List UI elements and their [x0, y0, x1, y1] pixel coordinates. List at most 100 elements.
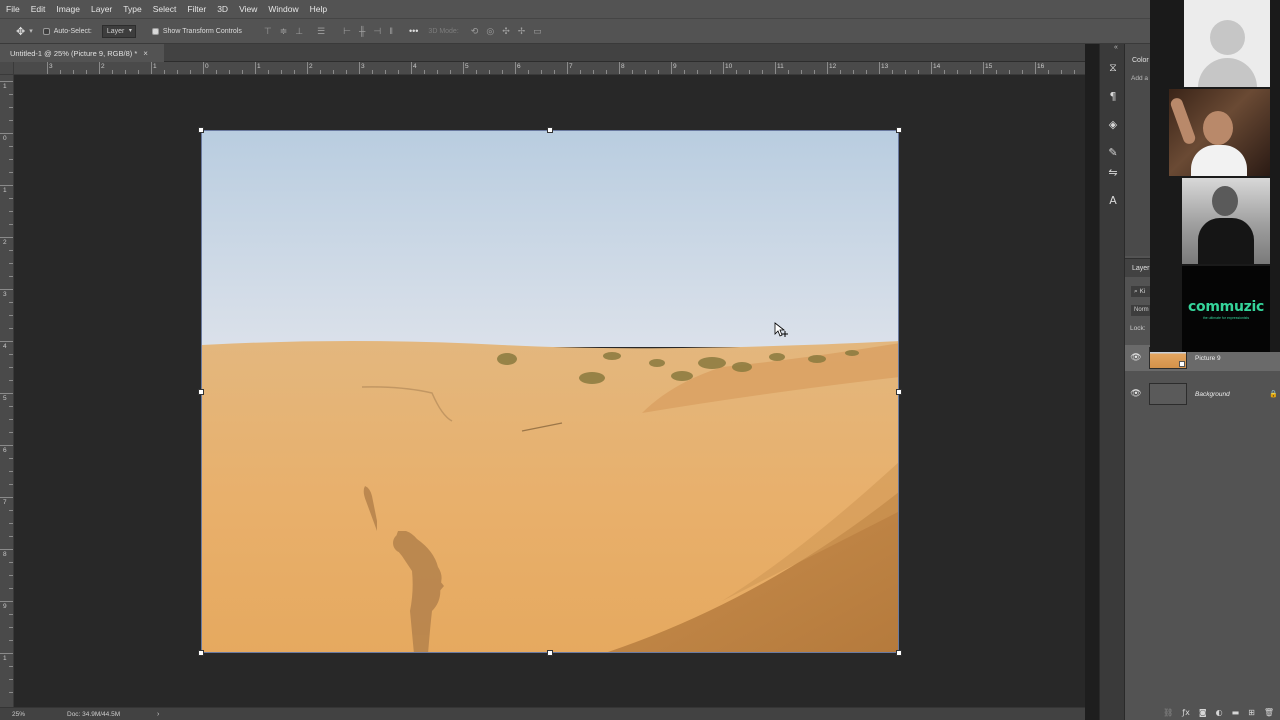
options-bar: ✥ ▾ Auto-Select: Layer Show Transform Co… — [0, 18, 1150, 44]
participant-logo-tile[interactable]: commuzic the ultimate for expressionists — [1182, 266, 1270, 352]
ruler-minor-tick — [9, 211, 13, 212]
tool-preset-chevron-icon[interactable]: ▾ — [29, 27, 33, 35]
menu-view[interactable]: View — [239, 4, 257, 14]
mask-icon[interactable]: ◙ — [1199, 708, 1207, 717]
align-hcenter-icon[interactable]: ╫ — [359, 26, 365, 37]
layer-row-background[interactable]: 👁 Background 🔒 — [1125, 381, 1280, 407]
3d-mode-buttons: ⟲ ◎ ✣ ✢ ▭ — [471, 26, 542, 37]
horizontal-ruler[interactable]: 3 2 1 0 1 2 3 4 5 6 7 8 9 10 11 12 13 14 15 16 — [14, 62, 1085, 75]
new-layer-icon[interactable]: ⊞ — [1248, 708, 1255, 717]
vertical-ruler[interactable]: 1 0 1 2 3 4 5 6 7 8 9 1 — [0, 75, 14, 707]
ruler-label: 5 — [3, 395, 7, 402]
ruler-label: 0 — [205, 63, 209, 70]
transform-handle-left[interactable] — [198, 389, 204, 395]
3d-orbit-icon[interactable]: ⟲ — [471, 26, 479, 37]
ruler-tick — [411, 62, 412, 74]
transform-handle-bottom-right[interactable] — [896, 650, 902, 656]
align-left-icon[interactable]: ⊢ — [343, 26, 351, 37]
participant-video-tile[interactable] — [1169, 89, 1270, 176]
desert-photo[interactable] — [201, 130, 899, 653]
zoom-level[interactable]: 25% — [12, 711, 67, 718]
channels-icon[interactable]: ◈ — [1105, 116, 1121, 132]
menu-edit[interactable]: Edit — [31, 4, 46, 14]
visibility-eye-icon[interactable]: 👁 — [1125, 389, 1147, 399]
ruler-minor-tick — [996, 70, 997, 74]
menu-layer[interactable]: Layer — [91, 4, 112, 14]
3d-pan-icon[interactable]: ✣ — [502, 26, 510, 37]
color-panel-tab[interactable]: Color — [1132, 57, 1149, 64]
status-menu-chevron-icon[interactable]: › — [157, 711, 159, 718]
ruler-label: 15 — [985, 63, 993, 70]
menu-help[interactable]: Help — [310, 4, 327, 14]
menu-type[interactable]: Type — [123, 4, 141, 14]
menu-window[interactable]: Window — [268, 4, 298, 14]
video-call-overlay: commuzic the ultimate for expressionists — [1150, 0, 1280, 352]
menu-file[interactable]: File — [6, 4, 20, 14]
ruler-minor-tick — [9, 471, 13, 472]
fx-icon[interactable]: ƒx — [1182, 708, 1190, 717]
visibility-eye-icon[interactable]: 👁 — [1125, 353, 1147, 363]
collapse-panels-icon[interactable]: « — [1114, 44, 1118, 51]
layers-panel-tab[interactable]: Layer — [1132, 265, 1150, 272]
align-vcenter-icon[interactable]: ≑ — [280, 26, 288, 37]
transform-handle-top[interactable] — [547, 127, 553, 133]
ruler-label: 2 — [309, 63, 313, 70]
ruler-minor-tick — [9, 94, 13, 95]
document-tab[interactable]: Untitled-1 @ 25% (Picture 9, RGB/8) * × — [0, 44, 164, 62]
ruler-tick — [0, 549, 13, 550]
auto-select-target-dropdown[interactable]: Layer — [101, 24, 136, 38]
layer-name[interactable]: Picture 9 — [1195, 355, 1221, 362]
show-transform-checkbox[interactable] — [151, 27, 159, 35]
align-bottom-icon[interactable]: ⊥ — [295, 26, 303, 37]
distribute-vertical-icon[interactable]: ☰ — [317, 26, 325, 37]
align-top-icon[interactable]: ⊤ — [264, 26, 272, 37]
ruler-minor-tick — [294, 70, 295, 74]
close-icon[interactable]: × — [143, 49, 148, 58]
ruler-minor-tick — [801, 70, 802, 74]
brush-icon[interactable]: ✎ — [1105, 144, 1121, 160]
history-icon[interactable]: ⧖ — [1105, 60, 1121, 76]
auto-select-checkbox[interactable] — [42, 27, 50, 35]
link-icon[interactable]: ⛓ — [1163, 708, 1173, 717]
align-right-icon[interactable]: ⊣ — [373, 26, 381, 37]
menu-3d[interactable]: 3D — [217, 4, 228, 14]
adjustment-layer-icon[interactable]: ◐ — [1216, 708, 1223, 717]
3d-slide-icon[interactable]: ✢ — [518, 26, 526, 37]
ruler-minor-tick — [710, 70, 711, 74]
menu-filter[interactable]: Filter — [187, 4, 206, 14]
auto-select-label: Auto-Select: — [53, 27, 92, 35]
ruler-minor-tick — [1022, 70, 1023, 74]
menu-select[interactable]: Select — [153, 4, 177, 14]
transform-handle-bottom-left[interactable] — [198, 650, 204, 656]
distribute-horizontal-icon[interactable]: ‖ — [389, 26, 393, 37]
3d-roll-icon[interactable]: ◎ — [486, 26, 494, 37]
3d-scale-icon[interactable]: ▭ — [533, 26, 542, 37]
menu-image[interactable]: Image — [56, 4, 80, 14]
lock-icon[interactable]: 🔒 — [1269, 390, 1278, 398]
ruler-label: 8 — [3, 551, 7, 558]
ruler-minor-tick — [9, 406, 13, 407]
layer-name[interactable]: Background — [1195, 391, 1230, 398]
ruler-minor-tick — [944, 70, 945, 74]
adjustments-icon[interactable]: ⇋ — [1105, 164, 1121, 180]
more-options-icon[interactable]: ••• — [409, 26, 418, 37]
ruler-label: 6 — [517, 63, 521, 70]
participant-video-tile[interactable] — [1182, 178, 1270, 264]
trash-icon[interactable]: 🗑 — [1264, 708, 1274, 717]
ruler-origin[interactable] — [0, 62, 14, 75]
transform-handle-top-right[interactable] — [896, 127, 902, 133]
ruler-tick — [0, 341, 13, 342]
group-icon[interactable]: ▬ — [1232, 708, 1240, 717]
character-icon[interactable]: A — [1105, 192, 1121, 208]
ruler-minor-tick — [9, 159, 13, 160]
avatar-head — [1210, 20, 1245, 55]
transform-handle-bottom[interactable] — [547, 650, 553, 656]
ruler-tick — [515, 62, 516, 74]
transform-handle-right[interactable] — [896, 389, 902, 395]
transform-handle-top-left[interactable] — [198, 127, 204, 133]
photoshop-window: File Edit Image Layer Type Select Filter… — [0, 0, 1280, 720]
paragraph-icon[interactable]: ¶ — [1105, 88, 1121, 104]
ruler-minor-tick — [190, 70, 191, 74]
participant-avatar-tile[interactable] — [1184, 0, 1270, 87]
move-tool-icon[interactable]: ✥ — [16, 25, 25, 38]
